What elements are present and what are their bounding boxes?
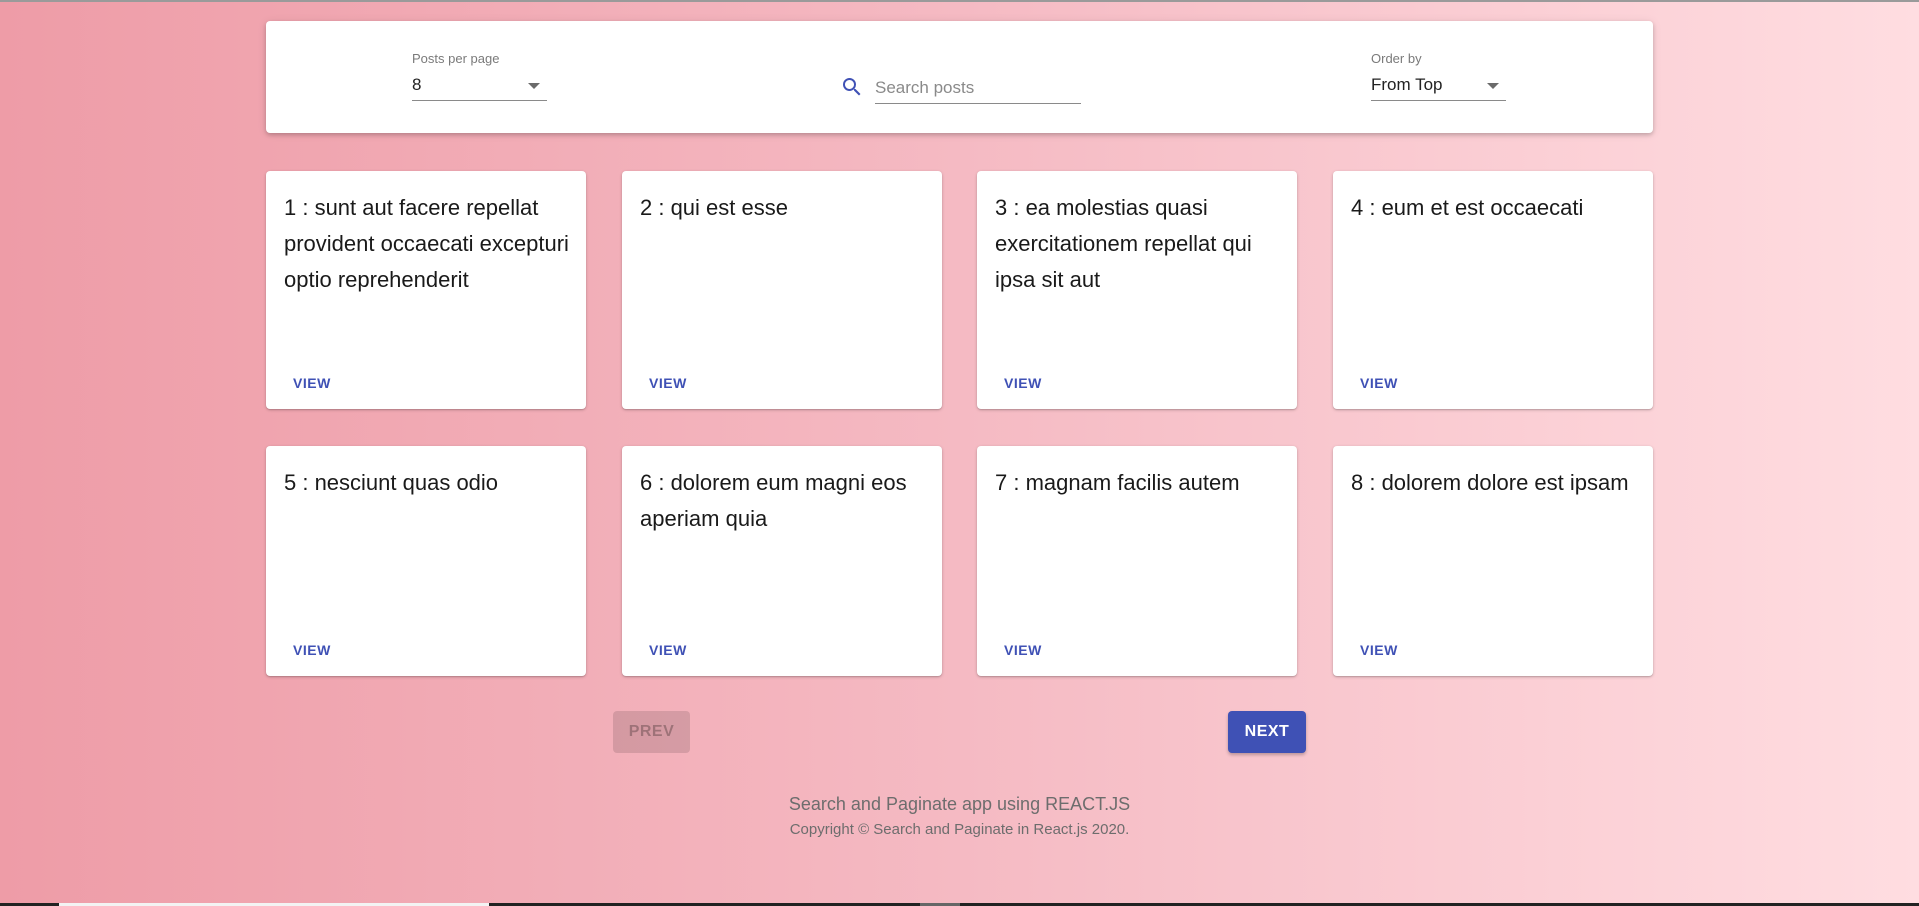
post-title: 1 : sunt aut facere repellat provident o… (284, 195, 569, 292)
view-post-button[interactable]: VIEW (1351, 636, 1407, 664)
posts-per-page-dropdown[interactable]: 8 (412, 72, 547, 101)
post-title: 7 : magnam facilis autem (995, 470, 1240, 495)
post-card: 2 : qui est esse VIEW (622, 171, 942, 409)
order-by-value: From Top (1371, 75, 1443, 94)
view-post-button[interactable]: VIEW (995, 636, 1051, 664)
footer-tagline: Search and Paginate app using REACT.JS (788, 794, 1131, 814)
footer-copyright: Copyright © Search and Paginate in React… (789, 821, 1130, 838)
post-title: 5 : nesciunt quas odio (284, 470, 499, 495)
app-container: Posts per page 8 Search posts Order by F… (266, 21, 1653, 838)
post-card: 6 : dolorem eum magni eos aperiam quia V… (622, 446, 942, 676)
post-card: 3 : ea molestias quasi exercitationem re… (977, 171, 1297, 409)
posts-per-page-select[interactable]: Posts per page 8 (412, 51, 547, 101)
post-title: 4 : eum et est occaecati (1351, 195, 1584, 220)
filter-toolbar: Posts per page 8 Search posts Order by F… (266, 21, 1653, 133)
post-card: 7 : magnam facilis autem VIEW (977, 446, 1297, 676)
view-post-button[interactable]: VIEW (1351, 369, 1407, 397)
post-card: 1 : sunt aut facere repellat provident o… (266, 171, 586, 409)
order-by-select[interactable]: Order by From Top (1371, 51, 1506, 101)
chevron-down-icon[interactable] (1487, 83, 1499, 89)
next-button[interactable]: NEXT (1228, 711, 1306, 753)
chevron-down-icon[interactable] (528, 83, 540, 89)
view-post-button[interactable]: VIEW (640, 369, 696, 397)
posts-per-page-value: 8 (412, 75, 422, 94)
view-post-button[interactable]: VIEW (284, 369, 340, 397)
search-icon (843, 78, 861, 96)
footer: Search and Paginate app using REACT.JS C… (266, 791, 1653, 841)
search-input[interactable]: Search posts (875, 71, 1081, 104)
order-by-label: Order by (1371, 51, 1422, 66)
post-card: 5 : nesciunt quas odio VIEW (266, 446, 586, 676)
post-title: 8 : dolorem dolore est ipsam (1351, 470, 1629, 495)
search-field[interactable]: Search posts (840, 71, 1086, 105)
post-card: 4 : eum et est occaecati VIEW (1333, 171, 1653, 409)
view-post-button[interactable]: VIEW (995, 369, 1051, 397)
prev-button[interactable]: PREV (613, 711, 690, 753)
post-title: 2 : qui est esse (640, 195, 788, 220)
post-card: 8 : dolorem dolore est ipsam VIEW (1333, 446, 1653, 676)
view-post-button[interactable]: VIEW (640, 636, 696, 664)
posts-per-page-label: Posts per page (412, 51, 500, 66)
post-title: 6 : dolorem eum magni eos aperiam quia (640, 470, 907, 531)
view-post-button[interactable]: VIEW (284, 636, 340, 664)
pagination: PREV NEXT (266, 711, 1653, 753)
post-title: 3 : ea molestias quasi exercitationem re… (995, 195, 1252, 292)
order-by-dropdown[interactable]: From Top (1371, 72, 1506, 101)
window-top-border (0, 0, 1919, 2)
